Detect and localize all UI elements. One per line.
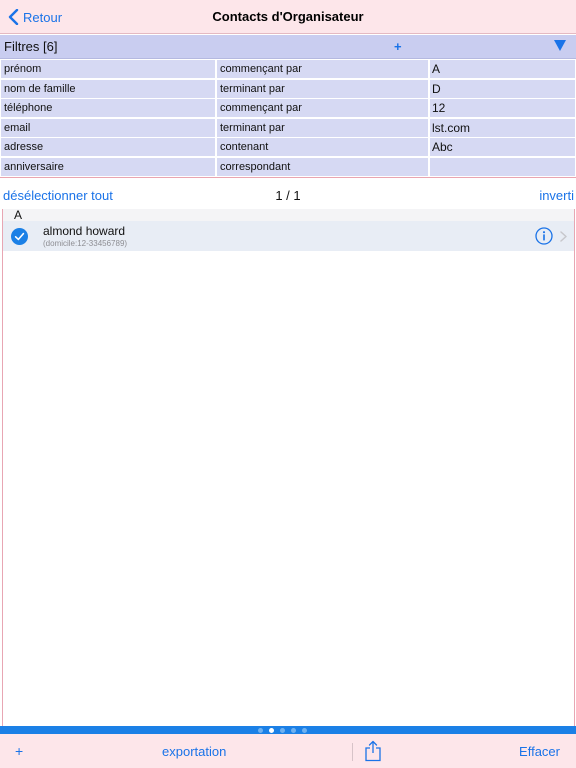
clear-button[interactable]: Effacer: [519, 744, 560, 759]
checkmark-circle-icon[interactable]: [11, 228, 28, 245]
filter-operator[interactable]: contenant: [217, 138, 428, 156]
page-dot[interactable]: [258, 728, 263, 733]
filter-row: email terminant par lst.com: [0, 118, 576, 139]
add-contact-button[interactable]: +: [15, 743, 23, 759]
filter-row: prénom commençant par A: [0, 60, 576, 80]
page-counter: 1 / 1: [275, 188, 301, 203]
filter-value[interactable]: A: [430, 60, 575, 78]
filter-value[interactable]: 12: [430, 99, 575, 117]
section-header: A: [3, 209, 574, 221]
filter-value[interactable]: lst.com: [430, 118, 575, 137]
chevron-right-icon: [560, 231, 567, 242]
invert-selection-button[interactable]: inverti: [539, 188, 574, 203]
contact-name: almond howard: [43, 224, 126, 238]
add-filter-button[interactable]: +: [394, 39, 402, 54]
filter-field[interactable]: email: [1, 118, 215, 137]
filters-header: Filtres [6] +: [0, 35, 576, 59]
filter-operator[interactable]: terminant par: [217, 118, 428, 137]
page-dot[interactable]: [291, 728, 296, 733]
page-title: Contacts d'Organisateur: [212, 9, 364, 24]
contact-detail: (domicile:12-33456789): [43, 239, 128, 248]
page-indicator-bar: [0, 726, 576, 734]
filter-operator[interactable]: commençant par: [217, 99, 428, 117]
export-button[interactable]: exportation: [162, 744, 226, 759]
triangle-down-icon: [554, 40, 566, 51]
filter-operator[interactable]: terminant par: [217, 79, 428, 98]
contacts-list[interactable]: A almond howard (domicile:12-33456789): [2, 209, 575, 726]
filter-field[interactable]: téléphone: [1, 99, 215, 117]
page-dot[interactable]: [280, 728, 285, 733]
filter-operator[interactable]: commençant par: [217, 60, 428, 78]
bottom-toolbar: + exportation Effacer: [0, 734, 576, 768]
filter-table: prénom commençant par A nom de famille t…: [0, 60, 576, 177]
divider: [0, 177, 576, 178]
info-circle-icon[interactable]: [535, 227, 553, 245]
filters-toggle-button[interactable]: [554, 40, 566, 51]
filters-title: Filtres [6]: [4, 39, 58, 54]
filter-field[interactable]: nom de famille: [1, 79, 215, 98]
section-letter: A: [14, 208, 23, 222]
filter-row: adresse contenant Abc: [0, 138, 576, 158]
navigation-bar: Retour Contacts d'Organisateur: [0, 0, 576, 34]
filter-row: nom de famille terminant par D: [0, 79, 576, 100]
share-icon[interactable]: [364, 740, 382, 762]
toolbar-divider: [352, 743, 353, 761]
contact-row[interactable]: almond howard (domicile:12-33456789): [3, 221, 574, 251]
filter-field[interactable]: prénom: [1, 60, 215, 78]
filter-value[interactable]: D: [430, 79, 575, 98]
filter-value[interactable]: Abc: [430, 138, 575, 156]
page-dots[interactable]: [258, 728, 307, 733]
filter-field[interactable]: adresse: [1, 138, 215, 156]
page-dot[interactable]: [269, 728, 274, 733]
filter-value[interactable]: [430, 157, 575, 176]
selection-bar: désélectionner tout 1 / 1 inverti: [0, 179, 576, 209]
filter-row: anniversaire correspondant: [0, 157, 576, 178]
filter-row: téléphone commençant par 12: [0, 99, 576, 119]
filter-field[interactable]: anniversaire: [1, 157, 215, 176]
filter-operator[interactable]: correspondant: [217, 157, 428, 176]
page-dot[interactable]: [302, 728, 307, 733]
